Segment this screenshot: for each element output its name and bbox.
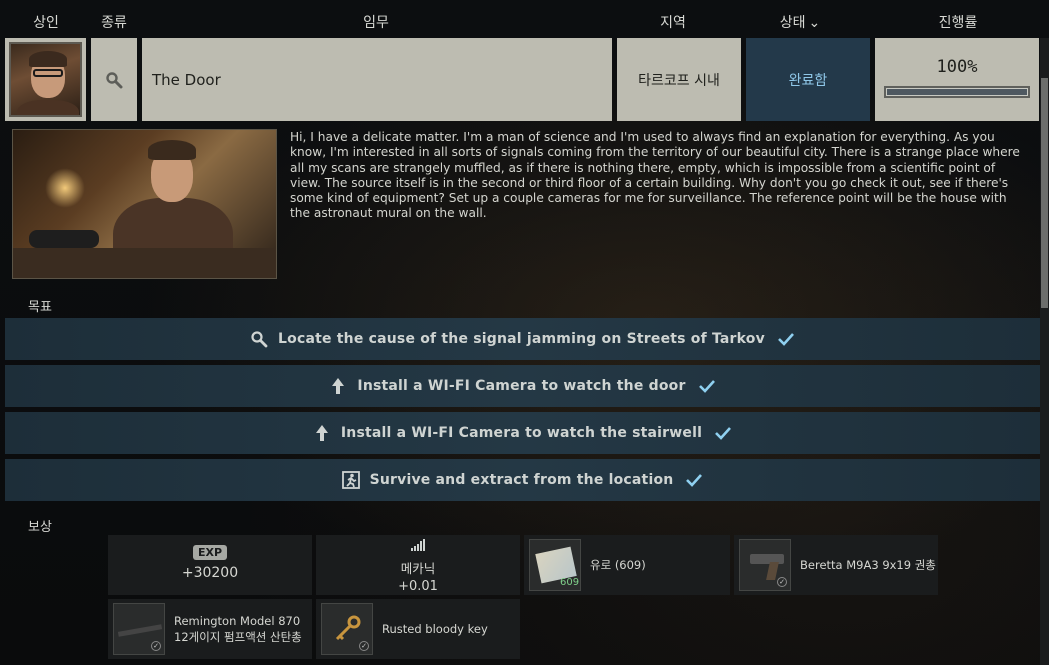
goal-text: Survive and extract from the location <box>369 472 674 488</box>
reward-name-line2: 12게이지 펌프액션 산탄총 <box>174 630 302 644</box>
location-name: 타르코프 시내 <box>617 38 741 121</box>
progress-bar <box>884 86 1030 98</box>
reward-name: Rusted bloody key <box>382 622 488 636</box>
table-header: 상인 종류 임무 지역 상태 ⌄ 진행률 <box>0 0 1049 38</box>
goal-text: Install a WI-FI Camera to watch the door <box>357 378 686 394</box>
euro-icon: 609 <box>529 539 581 591</box>
check-icon <box>715 427 732 440</box>
chevron-down-icon: ⌄ <box>808 15 821 31</box>
check-icon <box>778 333 794 346</box>
progress-fill <box>887 89 1027 95</box>
progress-text: 100% <box>936 57 978 77</box>
reward-key[interactable]: ✓ Rusted bloody key <box>316 599 520 659</box>
rewards-heading: 보상 <box>28 520 52 535</box>
header-status[interactable]: 상태 ⌄ <box>780 12 821 32</box>
scrollbar[interactable] <box>1040 38 1049 665</box>
header-location[interactable]: 지역 <box>660 12 686 32</box>
trader-name: 메카닉 <box>400 561 436 576</box>
scrollbar-thumb[interactable] <box>1041 78 1048 308</box>
key-icon: ✓ <box>321 603 373 655</box>
reward-mechanic-standing: 메카닉 +0.01 <box>316 535 520 595</box>
goals-heading: 목표 <box>28 300 52 315</box>
exp-icon: EXP <box>192 545 228 560</box>
pistol-icon: ✓ <box>739 539 791 591</box>
type-cell[interactable] <box>91 38 137 121</box>
header-trader[interactable]: 상인 <box>33 12 59 32</box>
header-task[interactable]: 임무 <box>363 12 389 32</box>
goal-item: Install a WI-FI Camera to watch the door <box>5 365 1040 407</box>
progress-cell: 100% <box>875 38 1039 121</box>
header-status-label: 상태 <box>779 15 806 31</box>
goal-item: Survive and extract from the location <box>5 459 1040 501</box>
check-icon <box>686 474 703 487</box>
goal-item: Install a WI-FI Camera to watch the stai… <box>5 412 1040 454</box>
arrow-up-icon <box>315 425 328 441</box>
header-type[interactable]: 종류 <box>101 12 127 32</box>
header-progress[interactable]: 진행률 <box>939 12 978 32</box>
reward-remington[interactable]: ✓ Remington Model 870 12게이지 펌프액션 산탄총 <box>108 599 312 659</box>
quest-description: Hi, I have a delicate matter. I'm a man … <box>290 130 1020 221</box>
standing-value: +0.01 <box>398 579 438 594</box>
reward-name: 유로 (609) <box>590 558 646 572</box>
reward-name-line1: Remington Model 870 <box>174 614 301 628</box>
arrow-up-icon <box>332 378 345 394</box>
goal-item: Locate the cause of the signal jamming o… <box>5 318 1040 360</box>
trader-avatar <box>9 42 82 117</box>
goal-text: Locate the cause of the signal jamming o… <box>278 331 765 347</box>
reward-name: Beretta M9A3 9x19 권총 <box>800 558 936 572</box>
reward-exp: EXP +30200 <box>108 535 312 595</box>
standing-icon <box>411 539 425 551</box>
reward-euros[interactable]: 609 유로 (609) <box>524 535 730 595</box>
trader-cell[interactable] <box>5 38 86 121</box>
exit-icon <box>341 471 360 489</box>
goal-text: Install a WI-FI Camera to watch the stai… <box>340 425 703 441</box>
quest-row[interactable]: The Door 타르코프 시내 완료함 100% <box>0 38 1049 121</box>
search-icon <box>251 331 268 348</box>
check-icon <box>698 380 715 393</box>
reward-beretta[interactable]: ✓ Beretta M9A3 9x19 권총 <box>734 535 938 595</box>
shotgun-icon: ✓ <box>113 603 165 655</box>
exp-value: +30200 <box>181 565 239 581</box>
search-icon <box>106 71 123 88</box>
quest-illustration <box>12 129 277 279</box>
euro-stack-count: 609 <box>560 577 580 588</box>
status-badge: 완료함 <box>746 38 870 121</box>
task-name[interactable]: The Door <box>142 38 612 121</box>
